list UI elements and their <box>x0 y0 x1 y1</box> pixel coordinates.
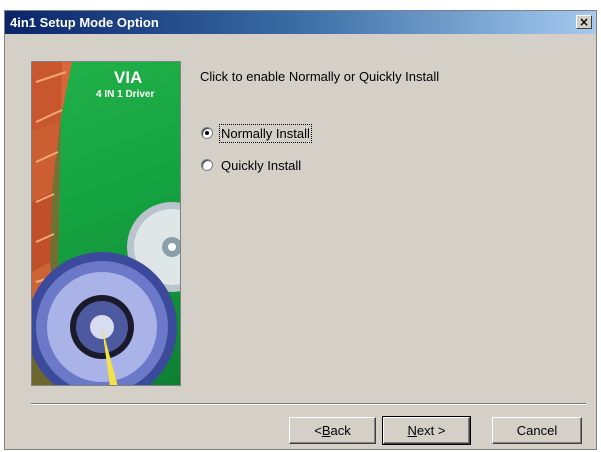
back-button-label: ack <box>330 423 351 438</box>
close-icon: × <box>578 15 590 29</box>
quickly-install-radio[interactable] <box>201 159 213 171</box>
window-title: 4in1 Setup Mode Option <box>10 15 159 30</box>
cd-disc-artwork <box>32 62 180 385</box>
via-banner-image: VIA 4 IN 1 Driver <box>31 61 181 386</box>
instruction-text: Click to enable Normally or Quickly Inst… <box>200 69 440 84</box>
normally-install-label[interactable]: Normally Install <box>219 123 312 143</box>
setup-dialog: 4in1 Setup Mode Option × VIA 4 IN 1 Driv… <box>4 10 597 450</box>
back-button-prefix: < <box>314 423 322 438</box>
next-button-mnemonic: N <box>407 423 417 438</box>
quickly-install-option[interactable]: Quickly Install <box>201 157 301 173</box>
back-button[interactable]: < Back <box>289 417 376 444</box>
next-button-label: ext > <box>416 423 446 438</box>
title-bar[interactable]: 4in1 Setup Mode Option × <box>5 11 596 34</box>
cancel-button-label: Cancel <box>516 423 558 438</box>
banner-brand: VIA <box>114 68 143 87</box>
close-button[interactable]: × <box>576 15 592 29</box>
footer-divider <box>31 403 586 405</box>
normally-install-radio[interactable] <box>201 127 213 139</box>
normally-install-option[interactable]: Normally Install <box>201 123 312 143</box>
quickly-install-label[interactable]: Quickly Install <box>221 158 301 173</box>
next-button[interactable]: Next > <box>382 416 471 445</box>
cancel-button[interactable]: Cancel <box>492 417 582 444</box>
banner-subtitle: 4 IN 1 Driver <box>96 89 155 100</box>
back-button-mnemonic: B <box>321 423 331 438</box>
